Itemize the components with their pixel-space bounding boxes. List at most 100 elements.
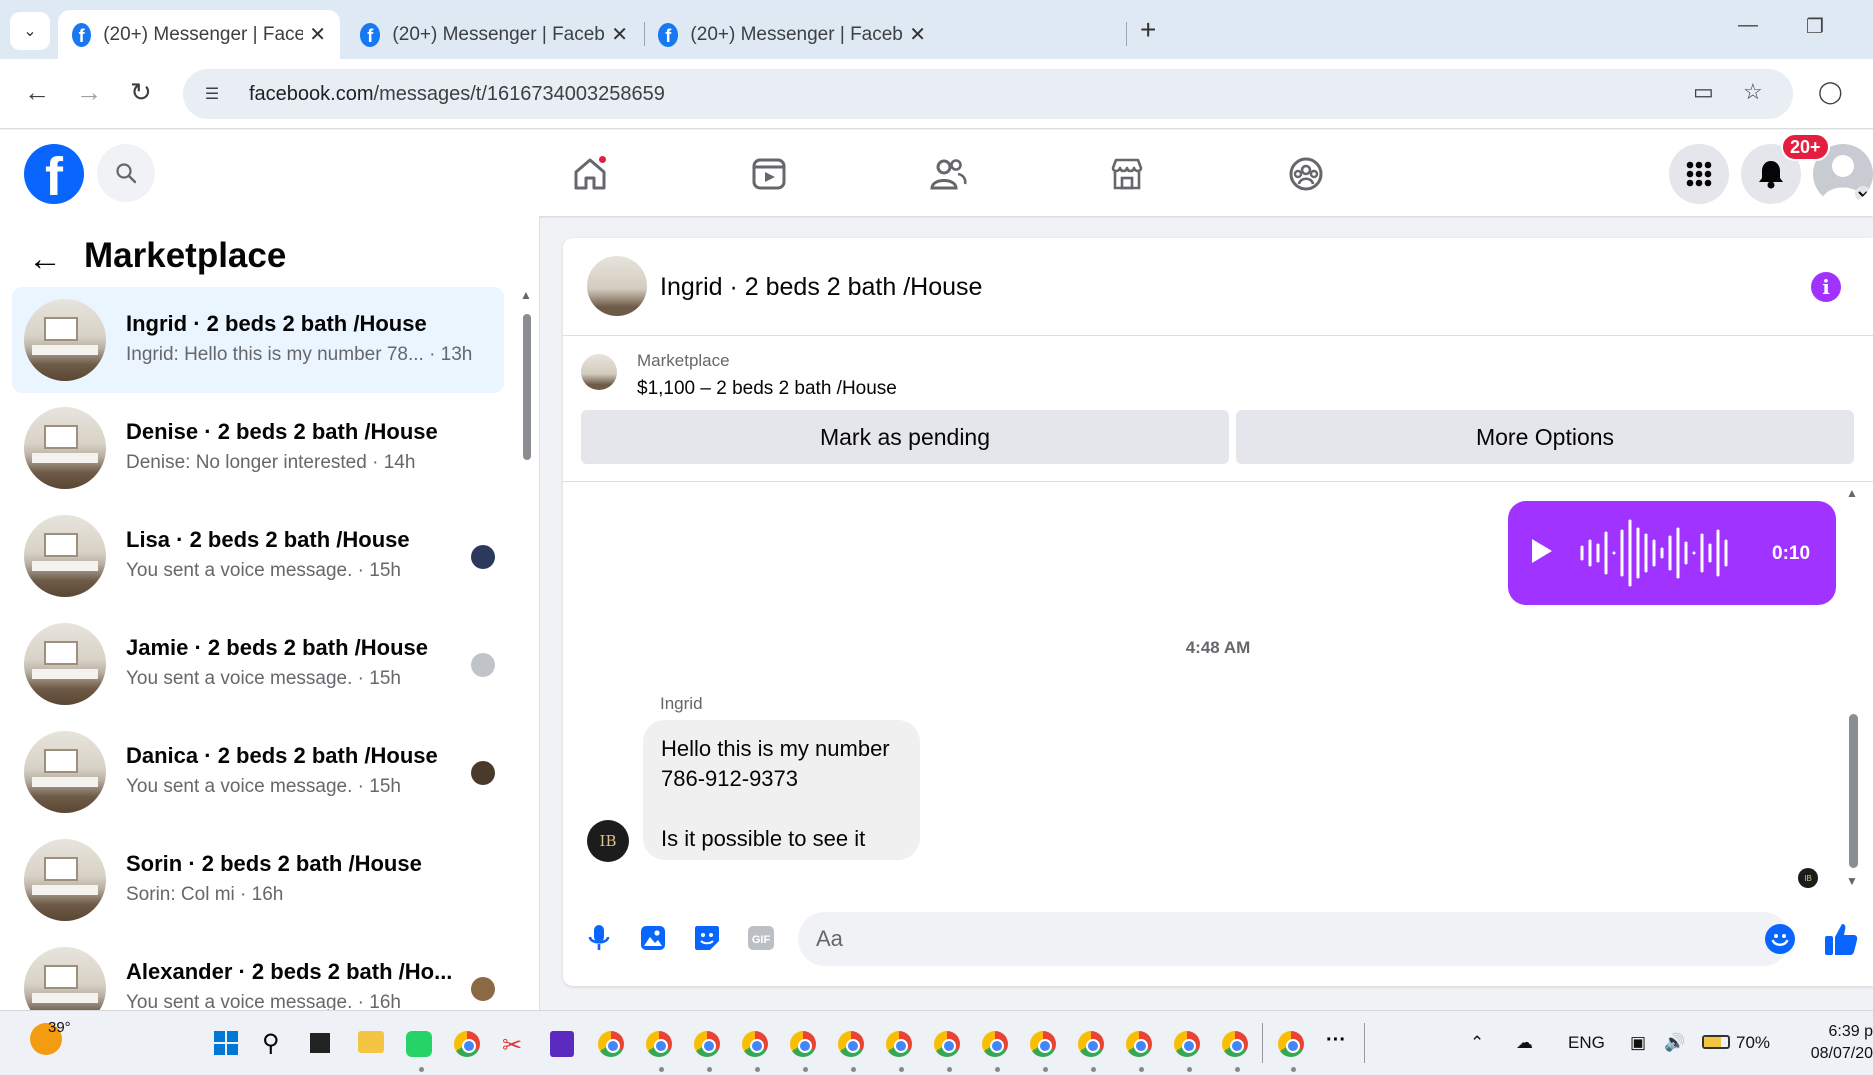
sidebar-scrollbar[interactable]: ▲ ▼ <box>520 288 532 988</box>
chrome-icon[interactable] <box>598 1031 624 1057</box>
chrome-profile-icon[interactable] <box>886 1031 912 1057</box>
site-info-icon[interactable]: ☰ <box>197 79 227 109</box>
message-input[interactable] <box>798 912 1790 966</box>
chrome-profile-icon[interactable] <box>982 1031 1008 1057</box>
system-clock[interactable]: 6:39 p 08/07/20 <box>1796 1021 1873 1065</box>
friends-icon <box>930 159 967 190</box>
attach-photo-button[interactable] <box>637 922 669 954</box>
scroll-up-icon[interactable]: ▲ <box>520 288 532 302</box>
chrome-profile-icon[interactable] <box>1126 1031 1152 1057</box>
more-apps-icon[interactable]: ··· <box>1326 1029 1346 1052</box>
onedrive-icon[interactable]: ☁ <box>1516 1033 1533 1053</box>
conversation-item-jamie[interactable]: Jamie · 2 beds 2 bath /House You sent a … <box>12 611 504 717</box>
url-text[interactable]: facebook.com/messages/t/1616734003258659 <box>249 83 665 106</box>
taskbar-search-icon[interactable]: ⚲ <box>262 1029 280 1058</box>
language-indicator[interactable]: ENG <box>1568 1033 1605 1053</box>
browser-tab-2[interactable]: f (20+) Messenger | Facebook ✕ <box>346 10 642 59</box>
incoming-message-bubble[interactable]: Hello this is my number 786-912-9373 Is … <box>643 720 920 860</box>
gif-icon: GIF <box>748 926 774 950</box>
battery-icon[interactable] <box>1702 1035 1730 1049</box>
chrome-profile-icon[interactable] <box>790 1031 816 1057</box>
conversation-item-ingrid[interactable]: Ingrid · 2 beds 2 bath /House Ingrid: He… <box>12 287 504 393</box>
conversation-item-denise[interactable]: Denise · 2 beds 2 bath /House Denise: No… <box>12 395 504 501</box>
browser-tab-1[interactable]: f (20+) Messenger | Facebook ✕ <box>58 10 340 59</box>
back-icon[interactable]: ← <box>24 77 50 108</box>
omnibox[interactable]: ☰ facebook.com/messages/t/16167340032586… <box>183 69 1793 119</box>
nav-video[interactable] <box>745 150 793 198</box>
bookmark-star-icon[interactable]: ☆ <box>1743 79 1763 105</box>
nav-home[interactable] <box>566 150 614 198</box>
app-icon[interactable] <box>550 1031 574 1057</box>
show-hidden-icons-icon[interactable]: ⌃ <box>1470 1033 1484 1053</box>
listing-summary[interactable]: $1,100 – 2 beds 2 bath /House <box>637 378 897 400</box>
listing-thumbnail[interactable] <box>581 354 617 390</box>
new-tab-button[interactable]: + <box>1140 14 1156 46</box>
chrome-profile-icon[interactable] <box>1078 1031 1104 1057</box>
start-button[interactable] <box>214 1031 238 1055</box>
chrome-profile-icon[interactable] <box>694 1031 720 1057</box>
chrome-profile-icon[interactable] <box>1278 1031 1304 1057</box>
file-explorer-icon[interactable] <box>358 1031 384 1053</box>
battery-level-fill <box>1704 1037 1721 1047</box>
battery-percentage: 70% <box>1736 1033 1771 1052</box>
profile-icon[interactable]: ◯ <box>1818 79 1843 105</box>
chrome-profile-icon[interactable] <box>934 1031 960 1057</box>
chrome-profile-icon[interactable] <box>1030 1031 1056 1057</box>
nav-marketplace[interactable] <box>1103 150 1151 198</box>
whatsapp-icon[interactable] <box>406 1031 432 1057</box>
conversation-item-sorin[interactable]: Sorin · 2 beds 2 bath /House Sorin: Col … <box>12 827 504 933</box>
back-arrow-icon[interactable]: ← <box>28 240 62 279</box>
menu-button[interactable] <box>1669 144 1729 204</box>
chat-title[interactable]: Ingrid · 2 beds 2 bath /House <box>660 273 982 302</box>
emoji-button[interactable] <box>1765 924 1795 954</box>
nav-groups[interactable] <box>1282 150 1330 198</box>
chrome-profile-icon[interactable] <box>1222 1031 1248 1057</box>
sender-avatar[interactable]: IB <box>587 820 629 862</box>
scroll-down-icon[interactable]: ▼ <box>1846 874 1858 888</box>
browser-tab-3[interactable]: f (20+) Messenger | Facebook ✕ <box>644 10 940 59</box>
chat-scrollbar[interactable]: ▲ ▼ <box>1846 486 1860 888</box>
forward-icon[interactable]: → <box>76 77 102 108</box>
tab-search-button[interactable]: ⌄ <box>10 12 50 50</box>
voice-clip-button[interactable] <box>583 922 615 954</box>
facebook-logo[interactable]: f <box>24 144 84 204</box>
chrome-icon[interactable] <box>454 1031 480 1057</box>
scroll-up-icon[interactable]: ▲ <box>1846 486 1858 500</box>
nav-friends[interactable] <box>924 150 972 198</box>
chrome-profile-icon[interactable] <box>838 1031 864 1057</box>
conversation-item-alexander[interactable]: Alexander · 2 beds 2 bath /Ho... You sen… <box>12 935 504 1010</box>
close-tab-icon[interactable]: ✕ <box>909 22 926 47</box>
gif-button[interactable]: GIF <box>745 922 777 954</box>
conversation-item-lisa[interactable]: Lisa · 2 beds 2 bath /House You sent a v… <box>12 503 504 609</box>
chrome-profile-icon[interactable] <box>1174 1031 1200 1057</box>
install-app-icon[interactable]: ▭ <box>1693 79 1714 105</box>
message-input-container[interactable] <box>798 912 1790 966</box>
play-icon[interactable] <box>1532 539 1552 563</box>
search-button[interactable] <box>97 144 155 202</box>
network-icon[interactable]: ▣ <box>1630 1033 1646 1053</box>
more-options-button[interactable]: More Options <box>1236 410 1854 464</box>
scrollbar-thumb[interactable] <box>1849 714 1858 868</box>
voice-message-bubble[interactable]: 0:10 <box>1508 501 1836 605</box>
running-indicator <box>1139 1067 1144 1072</box>
chat-listing-avatar[interactable] <box>587 256 647 316</box>
chat-panel: Ingrid · 2 beds 2 bath /House i Marketpl… <box>563 238 1873 986</box>
video-icon <box>752 158 786 190</box>
chrome-profile-icon[interactable] <box>742 1031 768 1057</box>
send-like-button[interactable] <box>1823 921 1859 957</box>
conversation-item-danica[interactable]: Danica · 2 beds 2 bath /House You sent a… <box>12 719 504 825</box>
close-tab-icon[interactable]: ✕ <box>611 22 628 47</box>
mark-as-pending-button[interactable]: Mark as pending <box>581 410 1229 464</box>
task-view-icon[interactable] <box>310 1033 330 1053</box>
volume-icon[interactable]: 🔊 <box>1664 1033 1685 1053</box>
restore-icon[interactable]: ❐ <box>1806 14 1824 39</box>
close-tab-icon[interactable]: ✕ <box>309 22 326 47</box>
info-icon[interactable]: i <box>1811 272 1841 302</box>
scrollbar-thumb[interactable] <box>523 314 531 460</box>
divider <box>563 481 1873 482</box>
minimize-icon[interactable]: — <box>1738 14 1758 37</box>
reload-icon[interactable]: ↻ <box>130 77 152 108</box>
sticker-button[interactable] <box>691 922 723 954</box>
snipping-tool-icon[interactable]: ✂ <box>502 1031 522 1060</box>
chrome-profile-icon[interactable] <box>646 1031 672 1057</box>
